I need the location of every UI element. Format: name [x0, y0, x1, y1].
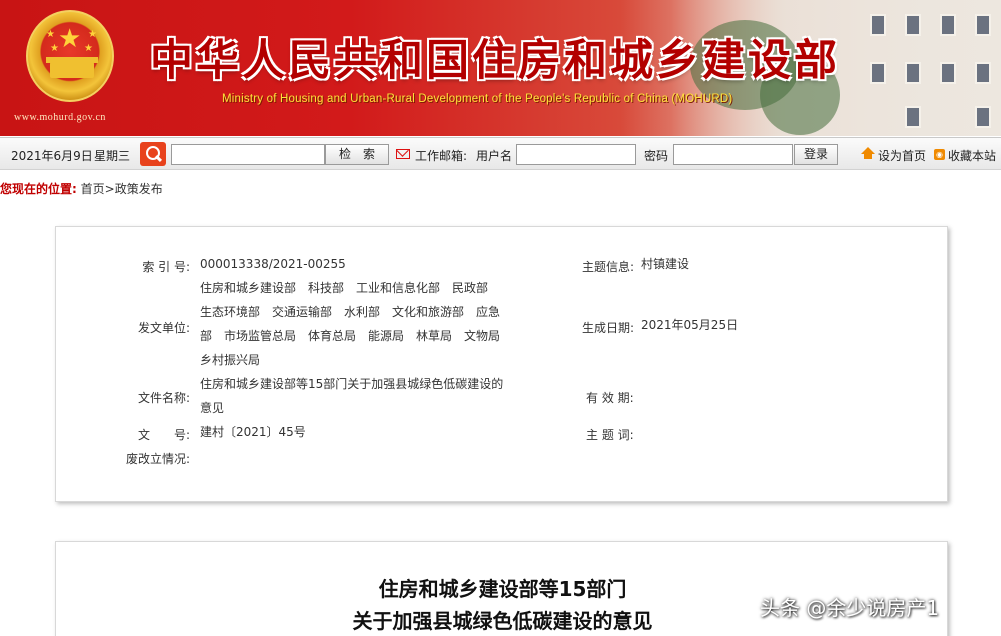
keywords-label: 主 题 词: [586, 428, 634, 442]
search-button[interactable]: 检 索 [325, 144, 389, 165]
ministry-title: 中华人民共和国住房和城乡建设部 [150, 36, 840, 86]
work-mail-label: 工作邮箱: [415, 149, 468, 163]
building-window [870, 14, 886, 36]
building-window [975, 14, 991, 36]
building-window [975, 62, 991, 84]
document-info-panel: 索 引 号: 000013338/2021-00255 主题信息: 村镇建设 发… [55, 226, 948, 502]
topic-label: 主题信息: [582, 260, 635, 274]
building-window [870, 62, 886, 84]
watermark-text: 头条 @余少说房产1 [760, 596, 940, 620]
issuer-label: 发文单位: [137, 321, 190, 335]
password-label: 密码 [644, 149, 669, 163]
password-input[interactable] [673, 144, 793, 165]
top-toolbar: 2021年6月9日 星期三 检 索 工作邮箱: 用户名 密码 登录 设为首页 ◉… [0, 137, 1001, 170]
ministry-subtitle: Ministry of Housing and Urban-Rural Deve… [222, 93, 733, 105]
building-window [905, 14, 921, 36]
mail-icon [396, 149, 410, 159]
breadcrumb-current[interactable]: 政策发布 [115, 182, 163, 196]
login-button[interactable]: 登录 [794, 144, 838, 165]
filename-value: 住房和城乡建设部等15部门关于加强县城绿色低碳建设的意见 [200, 377, 504, 415]
date-label: 生成日期: [582, 321, 635, 335]
set-home-link[interactable]: 设为首页 [878, 147, 926, 164]
username-input[interactable] [516, 144, 636, 165]
breadcrumb-label: 您现在的位置: [0, 182, 77, 196]
breadcrumb: 您现在的位置: 首页>政策发布 [0, 180, 163, 197]
username-label: 用户名 [476, 149, 513, 163]
index-label: 索 引 号: [142, 260, 190, 274]
filename-label: 文件名称: [137, 391, 190, 405]
date-value: 2021年05月25日 [641, 318, 739, 332]
site-url: www.mohurd.gov.cn [14, 112, 106, 123]
index-value: 000013338/2021-00255 [200, 257, 346, 271]
home-icon [861, 147, 875, 159]
rss-icon: ◉ [934, 149, 945, 160]
current-date: 2021年6月9日 [11, 149, 93, 163]
search-icon[interactable] [140, 142, 166, 166]
building-window [940, 14, 956, 36]
issuer-value: 住房和城乡建设部 科技部 工业和信息化部 民政部 生态环境部 交通运输部 水利部… [200, 281, 513, 367]
building-window [905, 106, 921, 128]
validity-label: 有 效 期: [586, 391, 634, 405]
topic-value: 村镇建设 [641, 257, 690, 271]
breadcrumb-home-link[interactable]: 首页 [81, 182, 105, 196]
building-window [905, 62, 921, 84]
building-window [940, 62, 956, 84]
document-number-value: 建村〔2021〕45号 [200, 425, 306, 439]
current-weekday: 星期三 [94, 149, 131, 163]
site-banner: ★ ★ ★ ★ ★ www.mohurd.gov.cn 中华人民共和国住房和城乡… [0, 0, 1001, 136]
status-label: 废改立情况: [125, 452, 190, 466]
search-input[interactable] [171, 144, 325, 165]
document-number-label: 文 号: [137, 428, 190, 442]
national-emblem-icon[interactable]: ★ ★ ★ ★ ★ [26, 10, 114, 102]
breadcrumb-separator: > [104, 182, 115, 196]
bookmark-link[interactable]: 收藏本站 [948, 147, 996, 164]
building-window [975, 106, 991, 128]
document-body: 住房和城乡建设部等15部门 关于加强县城绿色低碳建设的意见 [55, 541, 948, 636]
